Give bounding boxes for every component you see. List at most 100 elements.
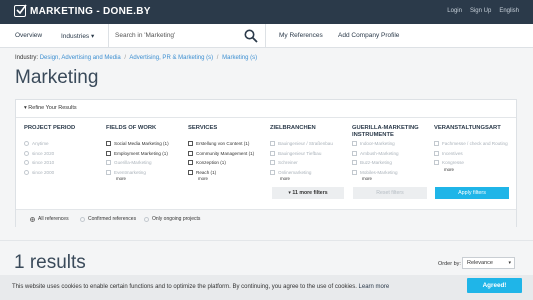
filter-option: Fachmesse / check and Routing [434, 139, 514, 149]
checkbox[interactable] [188, 160, 193, 166]
site-logo[interactable]: MARKETING - DONE.BY [14, 4, 151, 17]
language-link[interactable]: English [499, 8, 519, 14]
filter-heading: PROJECT PERIOD [24, 125, 76, 131]
more-filters-label: 11 more filters [292, 190, 328, 196]
filter-option-label: since 2020 [32, 150, 55, 156]
divider [0, 240, 533, 241]
filter-more-link[interactable]: more [116, 176, 186, 181]
filter-option[interactable]: Social Media Marketing (1) [106, 139, 186, 149]
nav-add-company-profile[interactable]: Add Company Profile [338, 32, 399, 39]
filter-option-label: Konzeption (1) [196, 160, 226, 166]
filter-option: Incentives [434, 149, 514, 159]
checkbox[interactable] [188, 141, 193, 147]
filter-option-label: Bauingenieur / Straßenbau [278, 141, 333, 147]
checkbox [434, 150, 439, 156]
search-input[interactable]: Search in 'Marketing' [115, 32, 175, 39]
order-label: Order by: [438, 261, 461, 267]
filter-option-label: since 2000 [32, 170, 55, 176]
checkbox [270, 160, 275, 166]
filter-option-label: Indoor-Marketing [360, 141, 395, 147]
login-link[interactable]: Login [447, 8, 462, 14]
filter-option-label: Bauingenieur Tiefbau [278, 150, 322, 156]
checkbox [270, 141, 275, 147]
checkbox[interactable] [106, 150, 111, 156]
radio [24, 141, 29, 147]
filter-option[interactable]: Erstellung von Content (1) [188, 139, 268, 149]
filter-column: SERVICES Erstellung von Content (1) Commun… [188, 125, 268, 181]
reference-scope: All references Confirmed references Only… [16, 209, 516, 227]
order-value: Relevance [467, 260, 493, 266]
checkbox[interactable] [106, 141, 111, 147]
filter-option-label: Ambush-Marketing [360, 150, 399, 156]
radio[interactable] [144, 216, 149, 222]
filter-heading: VERANSTALTUNGSART [434, 125, 501, 131]
nav-industries[interactable]: Industries ▾ [61, 32, 94, 40]
refine-title: Refine Your Results [28, 105, 77, 111]
filter-option: Indoor-Marketing [352, 139, 432, 149]
filter-option[interactable]: Employment Marketing (1) [106, 149, 186, 159]
filter-column: ZIELBRANCHEN Bauingenieur / Straßenbau Bau… [270, 125, 350, 181]
checkbox[interactable] [188, 150, 193, 156]
scope-confirmed-references[interactable]: Confirmed references [80, 216, 136, 222]
cookie-banner: This website uses cookies to enable cert… [0, 275, 533, 300]
radio[interactable] [80, 216, 85, 222]
breadcrumb-item[interactable]: Marketing (s) [222, 55, 257, 61]
checkbox[interactable] [188, 170, 193, 176]
filter-option-label: Employment Marketing (1) [114, 150, 168, 156]
breadcrumb-prefix: Industry: [15, 55, 39, 61]
apply-filters-button[interactable]: Apply filters [435, 187, 509, 199]
checkbox [352, 160, 357, 166]
signup-link[interactable]: Sign Up [470, 8, 491, 14]
more-filters-button[interactable]: ▾ 11 more filters [272, 187, 344, 199]
filter-option: Anytime [24, 139, 104, 149]
checkbox [270, 150, 275, 156]
filter-column: FIELDS OF WORK Social Media Marketing (1)… [106, 125, 186, 181]
filter-option-label: Kongresse [442, 160, 464, 166]
breadcrumb-item[interactable]: Design, Advertising and Media [40, 55, 121, 61]
breadcrumb-separator: / [124, 55, 127, 61]
filter-option-label: since 2010 [32, 160, 55, 166]
top-links: Login Sign Up English [447, 8, 519, 14]
filter-option-label: Guerilla-Marketing [114, 160, 152, 166]
search-icon[interactable] [244, 29, 258, 48]
order-select[interactable]: Relevance ▾ [462, 257, 515, 269]
filter-option-label: Onlinemarketing [278, 170, 312, 176]
scope-ongoing-projects[interactable]: Only ongoing projects [144, 216, 200, 222]
cookie-message: This website uses cookies to enable cert… [12, 284, 357, 290]
filter-column: PROJECT PERIOD Anytime since 2020 since 201… [24, 125, 104, 177]
top-bar: MARKETING - DONE.BY Login Sign Up Englis… [0, 0, 533, 24]
filter-option: since 2010 [24, 158, 104, 168]
filter-heading: SERVICES [188, 125, 218, 131]
breadcrumb-item[interactable]: Advertising, PR & Marketing (s) [129, 55, 213, 61]
scope-all-references[interactable]: All references [30, 216, 69, 222]
filter-option: Ambush-Marketing [352, 149, 432, 159]
filter-option-label: Reach (1) [196, 170, 217, 176]
radio [24, 150, 29, 156]
nav-my-references[interactable]: My References [279, 32, 323, 39]
scope-label: Only ongoing projects [152, 216, 201, 222]
filter-heading: ZIELBRANCHEN [270, 125, 316, 131]
refine-toggle[interactable]: ▾ Refine Your Results [24, 105, 77, 111]
filter-more-link[interactable]: more [362, 176, 432, 181]
learn-more-link[interactable]: Learn more [359, 284, 390, 290]
check-icon [14, 4, 27, 17]
filter-option-label: Erstellung von Content (1) [196, 141, 250, 147]
filter-more-link[interactable]: more [280, 176, 350, 181]
filter-more-link[interactable]: more [198, 176, 268, 181]
radio-selected[interactable] [30, 216, 35, 222]
reset-filters-button[interactable]: Reset filters [353, 187, 427, 199]
filter-column: VERANSTALTUNGSART Fachmesse / check and R… [434, 125, 514, 172]
radio [24, 160, 29, 166]
cookie-accept-button[interactable]: Agreed! [467, 278, 522, 293]
scope-label: All references [38, 216, 69, 222]
checkbox [352, 170, 357, 176]
filter-option: Schreiner [270, 158, 350, 168]
filter-option[interactable]: Community Management (1) [188, 149, 268, 159]
filter-more-link[interactable]: more [444, 167, 514, 172]
divider [16, 117, 516, 118]
search-box[interactable]: Search in 'Marketing' [108, 24, 266, 48]
filter-option[interactable]: Konzeption (1) [188, 158, 268, 168]
nav-overview[interactable]: Overview [15, 32, 42, 39]
checkbox [434, 160, 439, 166]
checkbox [352, 141, 357, 147]
